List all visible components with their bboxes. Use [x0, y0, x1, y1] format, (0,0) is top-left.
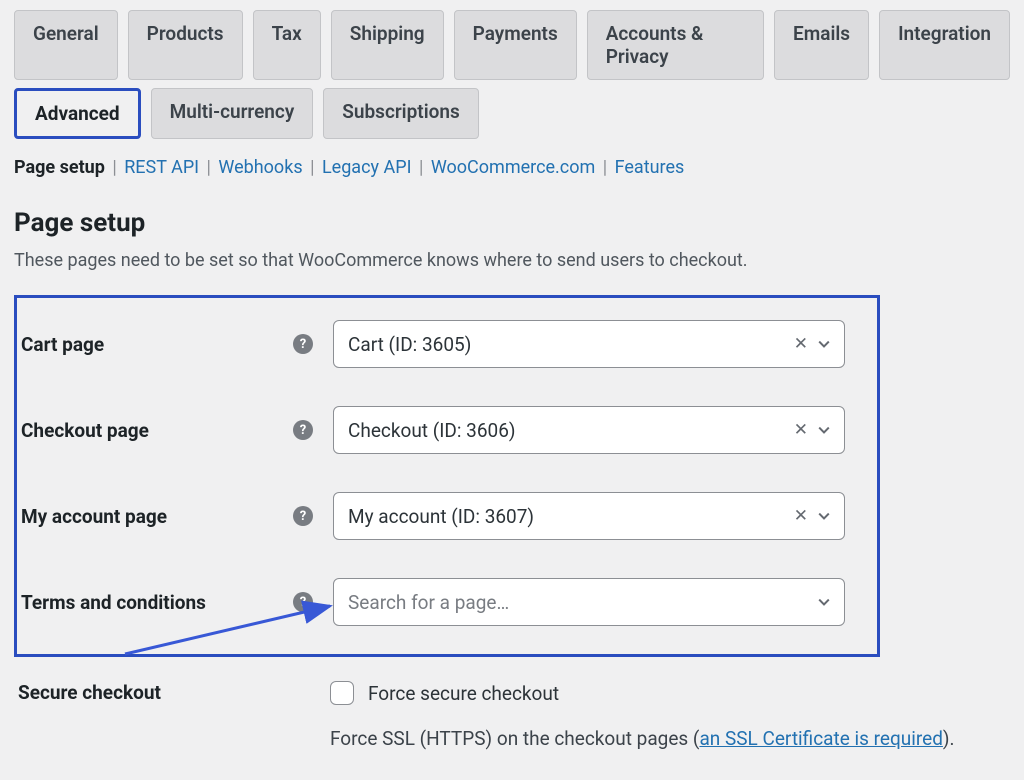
sub-navigation: Page setup | REST API | Webhooks | Legac…: [14, 139, 1010, 186]
secure-checkout-label: Secure checkout: [18, 681, 161, 704]
subnav-rest-api[interactable]: REST API: [124, 157, 199, 178]
cart-page-label: Cart page: [21, 333, 104, 356]
help-icon[interactable]: ?: [293, 334, 313, 354]
my-account-page-value: My account (ID: 3607): [348, 505, 534, 528]
subnav-current: Page setup: [14, 157, 105, 178]
tab-accounts-privacy[interactable]: Accounts & Privacy: [587, 10, 764, 80]
checkout-page-label: Checkout page: [21, 419, 149, 442]
subnav-features[interactable]: Features: [615, 157, 685, 178]
chevron-down-icon[interactable]: [816, 422, 832, 438]
tab-shipping[interactable]: Shipping: [331, 10, 444, 80]
help-icon[interactable]: ?: [293, 592, 313, 612]
secondary-tabs: Advanced Multi-currency Subscriptions: [0, 80, 1024, 139]
field-row-cart: Cart page ? Cart (ID: 3605) ✕: [17, 320, 859, 368]
subnav-woocommerce-com[interactable]: WooCommerce.com: [431, 157, 595, 178]
subnav-legacy-api[interactable]: Legacy API: [322, 157, 412, 178]
clear-icon[interactable]: ✕: [794, 334, 808, 354]
cart-page-value: Cart (ID: 3605): [348, 333, 471, 356]
page-setup-box: Cart page ? Cart (ID: 3605) ✕ Checkout p…: [14, 295, 880, 657]
ssl-certificate-link[interactable]: an SSL Certificate is required: [699, 727, 942, 750]
field-row-terms: Terms and conditions ? Search for a page…: [17, 578, 859, 626]
tab-multi-currency[interactable]: Multi-currency: [151, 88, 314, 139]
field-row-my-account: My account page ? My account (ID: 3607) …: [17, 492, 859, 540]
tab-advanced[interactable]: Advanced: [14, 88, 141, 139]
section-title: Page setup: [14, 208, 1010, 238]
help-icon[interactable]: ?: [293, 506, 313, 526]
tab-products[interactable]: Products: [128, 10, 243, 80]
checkout-page-select[interactable]: Checkout (ID: 3606) ✕: [333, 406, 845, 454]
tab-emails[interactable]: Emails: [774, 10, 869, 80]
cart-page-select[interactable]: Cart (ID: 3605) ✕: [333, 320, 845, 368]
checkout-page-value: Checkout (ID: 3606): [348, 419, 516, 442]
terms-label: Terms and conditions: [21, 591, 206, 614]
terms-page-select[interactable]: Search for a page…: [333, 578, 845, 626]
chevron-down-icon[interactable]: [816, 594, 832, 610]
section-description: These pages need to be set so that WooCo…: [14, 250, 1010, 271]
force-secure-label: Force secure checkout: [368, 682, 559, 705]
primary-tabs: General Products Tax Shipping Payments A…: [0, 0, 1024, 80]
chevron-down-icon[interactable]: [816, 336, 832, 352]
chevron-down-icon[interactable]: [816, 508, 832, 524]
subnav-webhooks[interactable]: Webhooks: [218, 157, 302, 178]
my-account-page-label: My account page: [21, 505, 167, 528]
field-row-checkout: Checkout page ? Checkout (ID: 3606) ✕: [17, 406, 859, 454]
my-account-page-select[interactable]: My account (ID: 3607) ✕: [333, 492, 845, 540]
clear-icon[interactable]: ✕: [794, 506, 808, 526]
help-icon[interactable]: ?: [293, 420, 313, 440]
secure-checkout-description: Force SSL (HTTPS) on the checkout pages …: [330, 727, 1010, 750]
terms-placeholder: Search for a page…: [348, 591, 509, 614]
tab-tax[interactable]: Tax: [253, 10, 321, 80]
field-row-secure-checkout: Secure checkout Force secure checkout Fo…: [14, 681, 1010, 750]
tab-payments[interactable]: Payments: [454, 10, 577, 80]
tab-general[interactable]: General: [14, 10, 118, 80]
clear-icon[interactable]: ✕: [794, 420, 808, 440]
force-secure-checkbox[interactable]: [330, 681, 354, 705]
tab-subscriptions[interactable]: Subscriptions: [323, 88, 478, 139]
tab-integration[interactable]: Integration: [879, 10, 1010, 80]
